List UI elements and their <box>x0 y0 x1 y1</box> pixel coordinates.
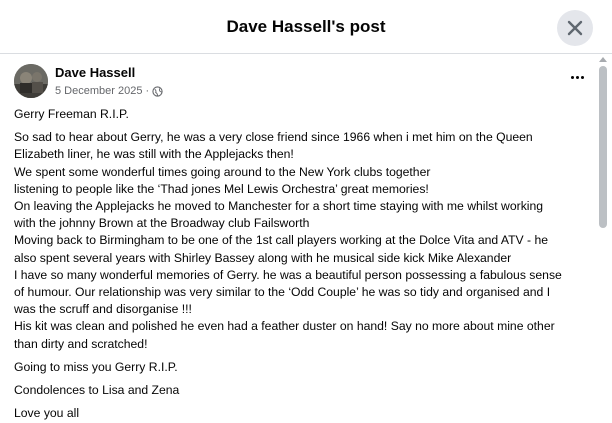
post-paragraph: Love you all <box>14 405 592 422</box>
post-text-line: also spent several years with Shirley Ba… <box>14 250 512 265</box>
post-text-line: with the johnny Brown at the Broadway cl… <box>14 216 310 231</box>
post-text-line: His kit was clean and polished he even h… <box>14 319 555 334</box>
close-icon <box>567 20 583 36</box>
avatar-photo <box>14 64 48 98</box>
close-button[interactable] <box>557 10 593 46</box>
post-text-line: than dirty and scratched! <box>14 336 148 351</box>
post-text-line: of humour. Our relationship was very sim… <box>14 285 551 300</box>
post-text-line: Gerry Freeman R.I.P. <box>14 107 129 121</box>
dialog-header: Dave Hassell's post <box>0 0 612 54</box>
post-text-line: Condolences to Lisa and Zena <box>14 383 180 398</box>
meta-separator: · <box>145 85 150 97</box>
avatar[interactable] <box>14 64 48 98</box>
scrollbar[interactable] <box>594 54 612 423</box>
post-body: Gerry Freeman R.I.P. So sad to hear about… <box>14 106 592 423</box>
post-text-line: I have so many wonderful memories of Ger… <box>14 267 562 282</box>
post-paragraph: Gerry Freeman R.I.P. <box>14 106 592 123</box>
scroll-thumb[interactable] <box>599 66 607 228</box>
post-text-line: Going to miss you Gerry R.I.P. <box>14 359 178 374</box>
post-text-line: Moving back to Birmingham to be one of t… <box>14 233 549 248</box>
more-options-button[interactable] <box>565 68 591 88</box>
post-date[interactable]: 5 December 2025 <box>55 84 142 98</box>
more-options-icon <box>571 76 574 79</box>
author-name[interactable]: Dave Hassell <box>55 65 135 81</box>
post-dialog: Dave Hassell's post Dave Hassell 5 Decem… <box>0 0 612 423</box>
post-meta: 5 December 2025 · <box>55 84 163 98</box>
post-text-line: listening to people like the ‘Thad jones… <box>14 181 429 196</box>
scroll-up-icon[interactable] <box>599 57 607 62</box>
post-paragraph: Condolences to Lisa and Zena <box>14 382 592 399</box>
post-text-line: Elizabeth liner, he was still with the A… <box>14 147 294 162</box>
dialog-title: Dave Hassell's post <box>226 17 386 36</box>
post-text-line: On leaving the Applejacks he moved to Ma… <box>14 199 544 214</box>
post: Dave Hassell 5 December 2025 · Gerry Fre… <box>0 54 594 423</box>
post-text-line: So sad to hear about Gerry, he was a ver… <box>14 130 533 145</box>
post-paragraph: So sad to hear about Gerry, he was a ver… <box>14 129 592 353</box>
post-text-line: was the scruff and disorganise !!! <box>14 302 192 317</box>
globe-icon[interactable] <box>152 85 163 97</box>
post-text-line: Love you all <box>14 406 80 421</box>
post-paragraph: Going to miss you Gerry R.I.P. <box>14 359 592 376</box>
post-text-line: We spent some wonderful times going arou… <box>14 164 431 179</box>
